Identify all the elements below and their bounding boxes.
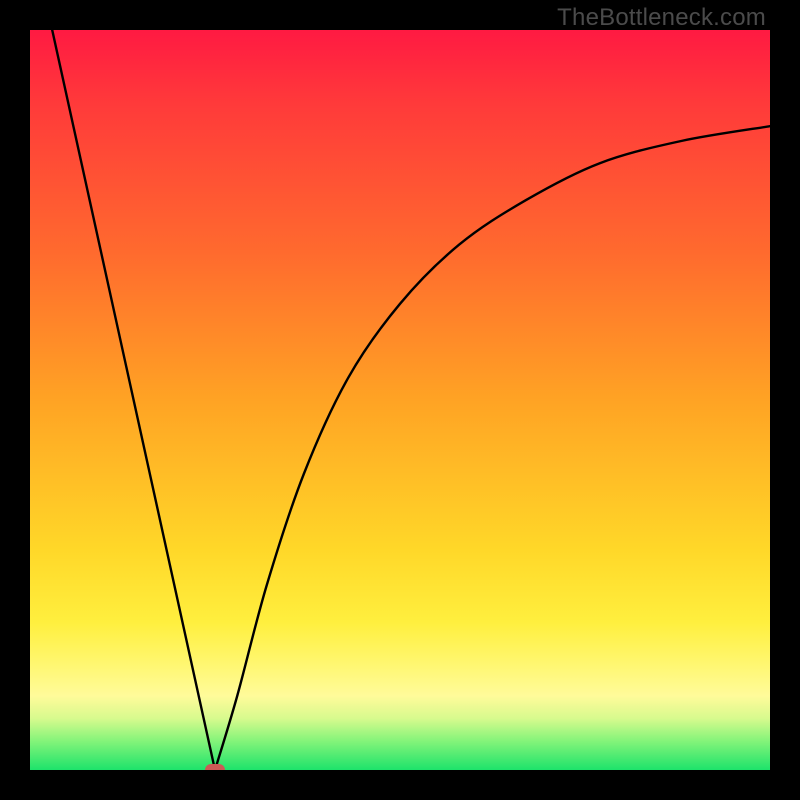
curve-right-branch: [215, 126, 770, 770]
curve-left-branch: [52, 30, 215, 770]
plot-frame: [30, 30, 770, 770]
bottleneck-curve: [30, 30, 770, 770]
minimum-marker: [205, 764, 225, 770]
watermark-text: TheBottleneck.com: [557, 4, 766, 32]
